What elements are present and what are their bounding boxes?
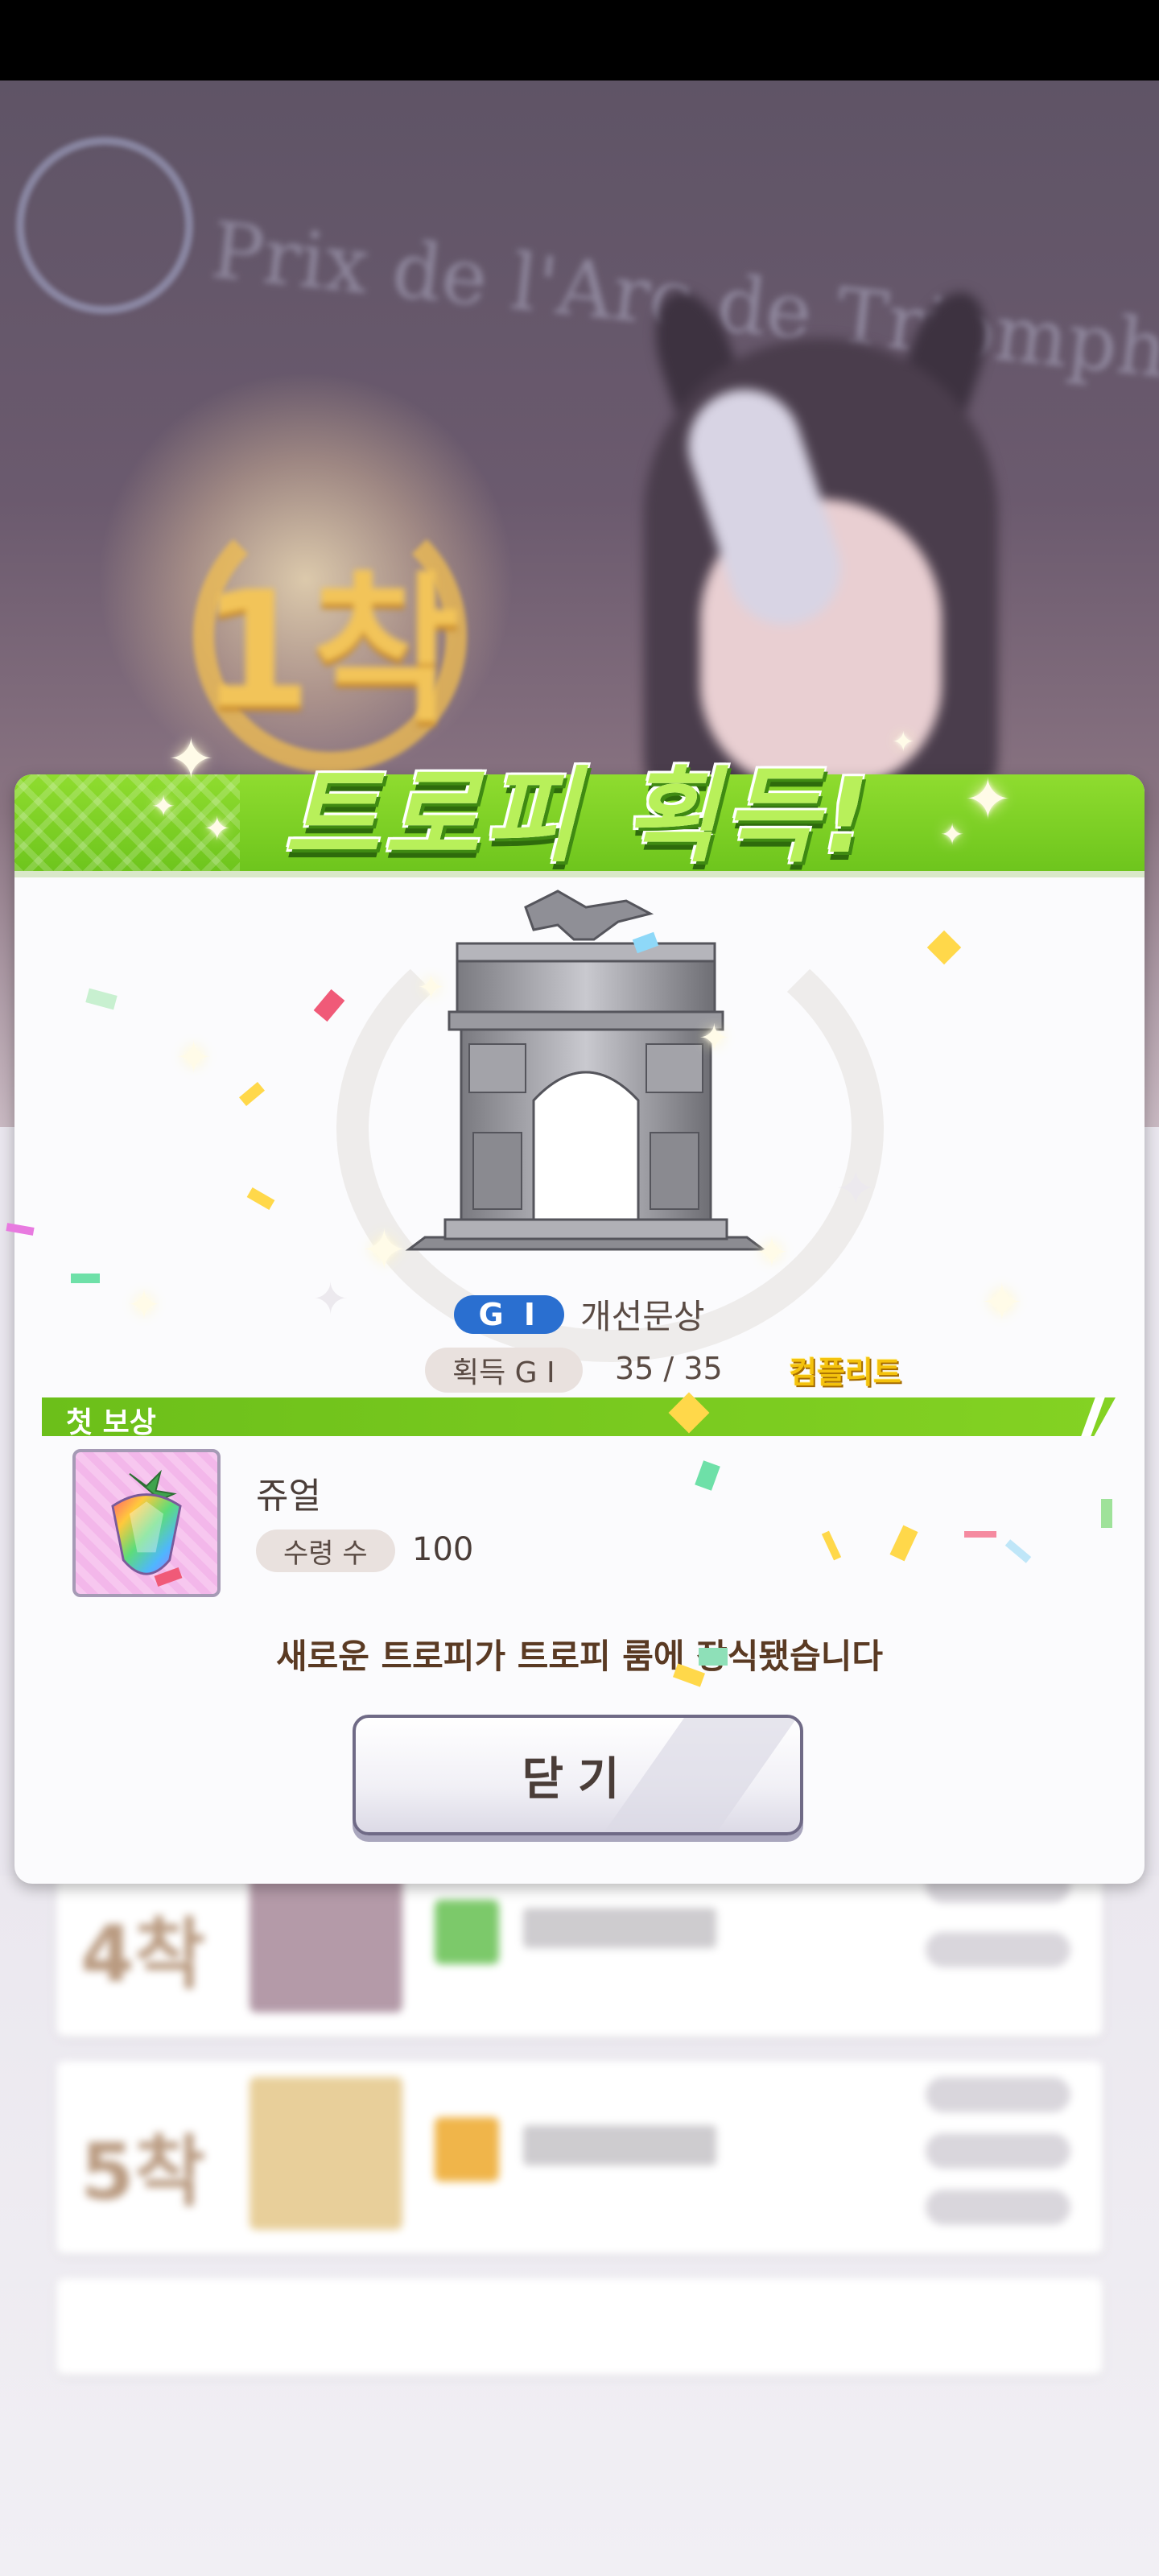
- confetti: [313, 989, 345, 1022]
- trophy-dialog: 트로피 획득! G I 개선문상 획득 G I 35 / 35 컴플리트 첫 보…: [6, 726, 1145, 1884]
- confetti: [239, 1081, 265, 1107]
- grade-badge: G I: [454, 1294, 564, 1334]
- race-logo: [16, 137, 193, 314]
- rainbow-jewel-icon: [72, 1449, 221, 1597]
- sparkle-icon: ✦: [892, 726, 915, 758]
- confetti: [1004, 1539, 1032, 1563]
- confetti: [85, 988, 118, 1010]
- quantity-value: 100: [412, 1531, 474, 1568]
- close-button[interactable]: 닫기: [353, 1715, 803, 1835]
- sparkle-icon: ✦: [964, 766, 1012, 832]
- sparkle-icon: ✦: [175, 1032, 212, 1083]
- result-place: 5착: [80, 2127, 206, 2217]
- status-bar: [0, 0, 1159, 80]
- reward-item-name: 쥬얼: [256, 1476, 321, 1517]
- close-button-label: 닫기: [522, 1752, 634, 1806]
- first-reward-label: 첫 보상: [66, 1406, 156, 1439]
- sparkle-icon: ✦: [151, 791, 176, 824]
- sparkle-icon: ✦: [940, 819, 965, 852]
- trophy-room-notice: 새로운 트로피가 트로피 룸에 장식됐습니다: [275, 1637, 883, 1676]
- sparkle-icon: ✦: [755, 1229, 789, 1276]
- sparkle-icon: ✦: [204, 811, 231, 848]
- result-place: 4착: [80, 1909, 206, 2000]
- confetti: [1101, 1499, 1112, 1528]
- result-row: [56, 2278, 1103, 2375]
- confetti: [699, 1648, 728, 1666]
- sparkle-icon: ✦: [127, 1282, 161, 1328]
- confetti: [71, 1274, 100, 1283]
- sparkle-icon: ✦: [835, 1161, 876, 1217]
- progress-label: 획득 G I: [425, 1348, 583, 1393]
- arc-de-triomphe-trophy-icon: [405, 890, 767, 1251]
- sparkle-icon: ✦: [980, 1274, 1024, 1333]
- confetti: [926, 930, 962, 965]
- sparkle-icon: ✦: [361, 1217, 408, 1283]
- sparkle-icon: ✦: [417, 968, 446, 1007]
- first-reward-band: 첫 보상: [42, 1397, 1116, 1436]
- progress-value: 35 / 35: [615, 1351, 723, 1386]
- confetti: [821, 1530, 842, 1561]
- rank-text: 1착: [200, 557, 460, 745]
- sparkle-icon: ✦: [167, 726, 215, 792]
- trophy-progress: 획득 G I 35 / 35 컴플리트: [14, 1348, 1145, 1393]
- confetti: [6, 1223, 35, 1236]
- complete-badge: 컴플리트: [789, 1355, 901, 1390]
- confetti: [246, 1187, 275, 1211]
- quantity-label: 수령 수: [256, 1530, 395, 1572]
- confetti: [695, 1460, 720, 1491]
- confetti: [964, 1531, 996, 1538]
- race-info: G I 개선문상: [14, 1290, 1145, 1339]
- result-row: 5착: [56, 2061, 1103, 2254]
- sparkle-icon: ✦: [312, 1274, 349, 1324]
- race-name: 개선문상: [580, 1297, 705, 1336]
- confetti: [889, 1525, 918, 1562]
- results-list: 4착 5착: [0, 1843, 1159, 2576]
- band-slash: [1081, 1397, 1105, 1436]
- sparkle-icon: ✦: [699, 1016, 730, 1059]
